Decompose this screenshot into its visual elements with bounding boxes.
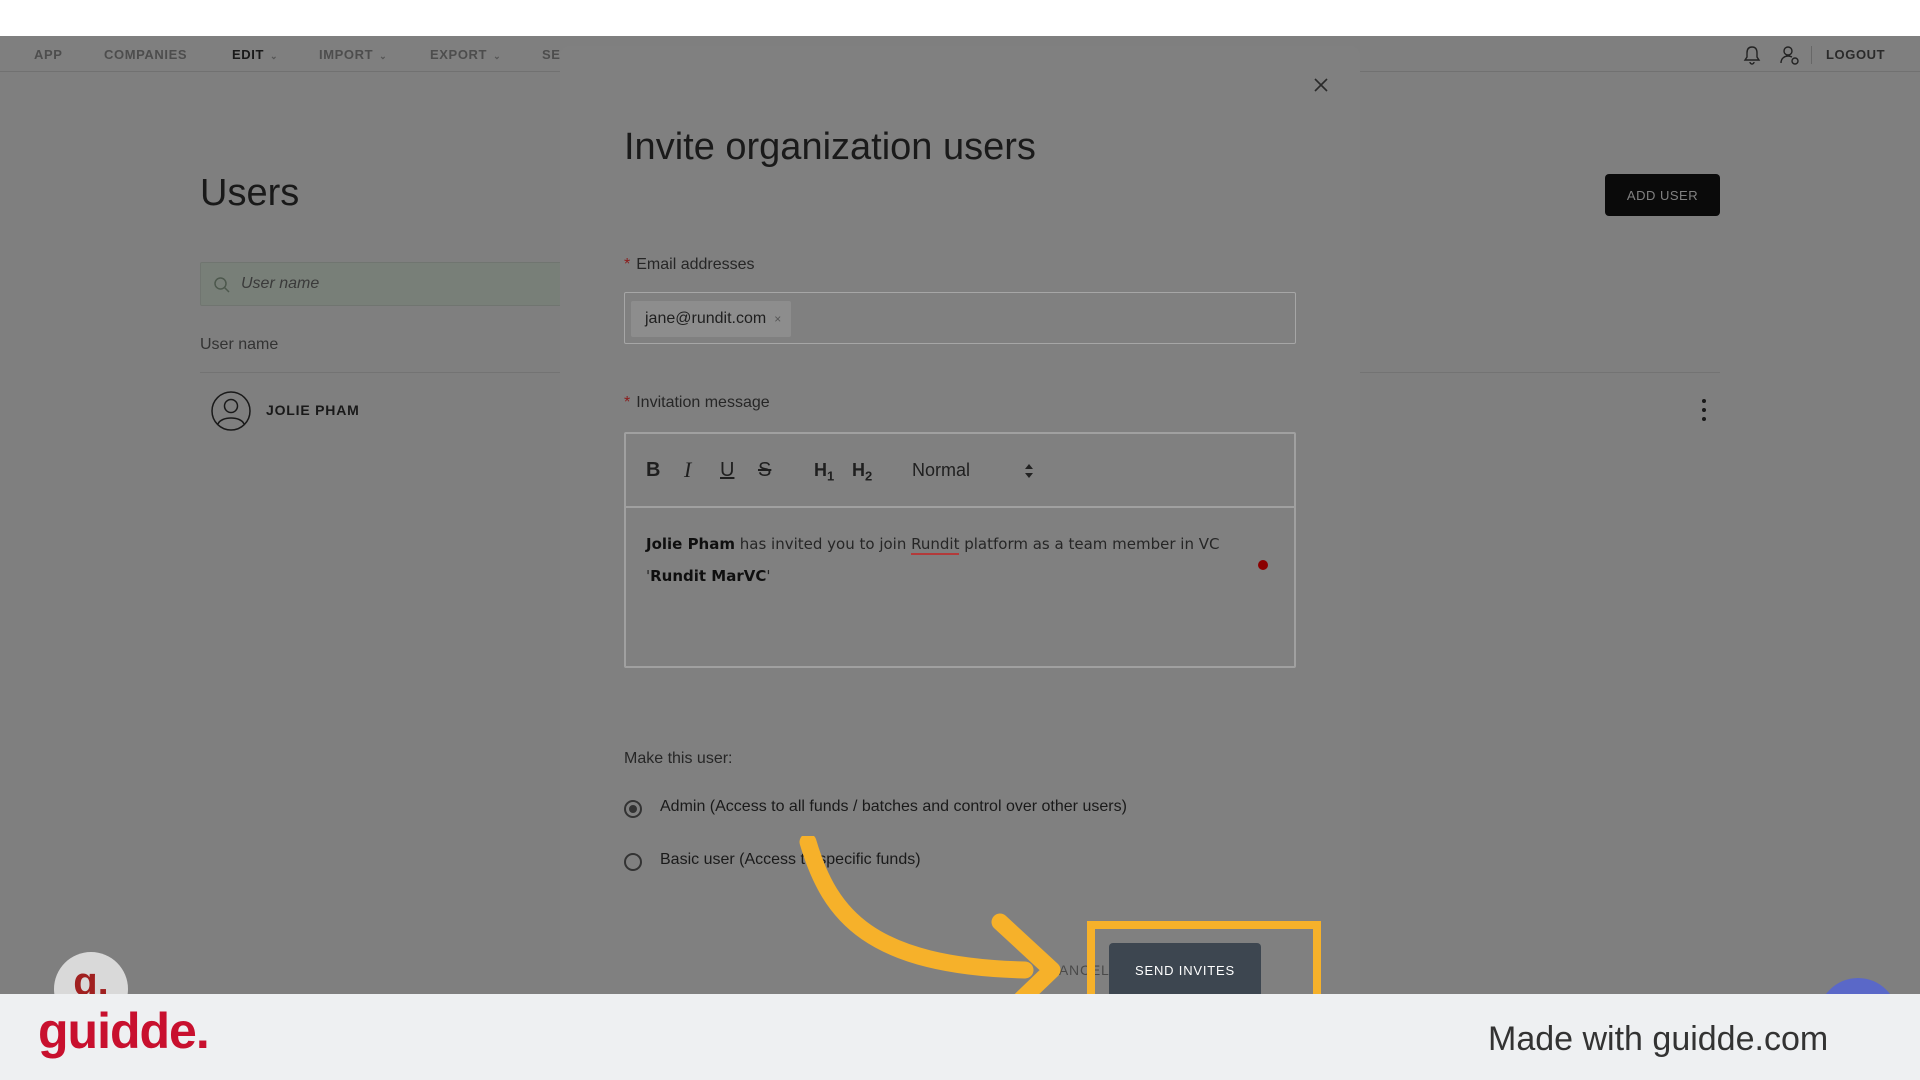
heading-2-button[interactable]: H2 (852, 456, 872, 484)
message-text-3: ' (766, 567, 771, 585)
message-label: * Invitation message (624, 394, 770, 412)
close-icon[interactable] (1312, 76, 1330, 94)
guidde-logo[interactable]: guidde. (38, 1002, 210, 1060)
editor-toolbar: B I U S H1 H2 Normal (626, 434, 1294, 508)
remove-tag-icon[interactable]: × (774, 312, 781, 326)
heading-2-sub: 2 (865, 468, 873, 484)
made-with-text: Made with guidde.com (1488, 1020, 1829, 1058)
message-sender: Jolie Pham (646, 535, 735, 553)
message-text-1: has invited you to join (735, 535, 912, 553)
highlight-frame (1087, 921, 1321, 994)
email-tag: jane@rundit.com × (631, 301, 792, 337)
make-user-label: Make this user: (624, 750, 733, 767)
editor-content[interactable]: Jolie Pham has invited you to join Rundi… (646, 528, 1276, 592)
message-org-name: Rundit MarVC (650, 567, 767, 585)
required-mark: * (624, 394, 631, 411)
app-area: APP COMPANIES EDIT⌄ IMPORT⌄ EXPORT⌄ SE L… (0, 36, 1920, 994)
radio-admin[interactable] (624, 800, 642, 818)
required-mark: * (624, 256, 631, 273)
modal-title: Invite organization users (624, 126, 1036, 168)
heading-1-letter: H (814, 460, 827, 480)
guidde-avatar-letter: g. (73, 960, 109, 994)
email-label: * Email addresses (624, 256, 755, 274)
pointer-arrow-icon (799, 836, 1061, 994)
bold-button[interactable]: B (646, 456, 660, 484)
sort-arrows-icon[interactable] (1024, 462, 1034, 480)
role-admin-label: Admin (Access to all funds / batches and… (660, 798, 1127, 815)
email-label-text: Email addresses (636, 256, 755, 273)
email-tag-text: jane@rundit.com (645, 310, 767, 327)
message-label-text: Invitation message (636, 394, 770, 411)
heading-1-button[interactable]: H1 (814, 456, 834, 484)
chat-widget-icon[interactable] (1818, 978, 1898, 994)
invitation-message-editor: B I U S H1 H2 Normal Jolie Pham has invi… (624, 432, 1296, 668)
email-input[interactable]: jane@rundit.com × (624, 292, 1296, 344)
underline-button[interactable]: U (720, 456, 734, 484)
text-format-select[interactable]: Normal (912, 456, 970, 484)
heading-1-sub: 1 (827, 468, 835, 484)
radio-basic[interactable] (624, 853, 642, 871)
guidde-footer: guidde. Made with guidde.com (0, 994, 1920, 1080)
heading-2-letter: H (852, 460, 865, 480)
message-platform-word: Rundit (911, 535, 960, 555)
strikethrough-button[interactable]: S (758, 456, 771, 484)
cursor-dot (1258, 560, 1268, 570)
italic-button[interactable]: I (684, 456, 691, 484)
